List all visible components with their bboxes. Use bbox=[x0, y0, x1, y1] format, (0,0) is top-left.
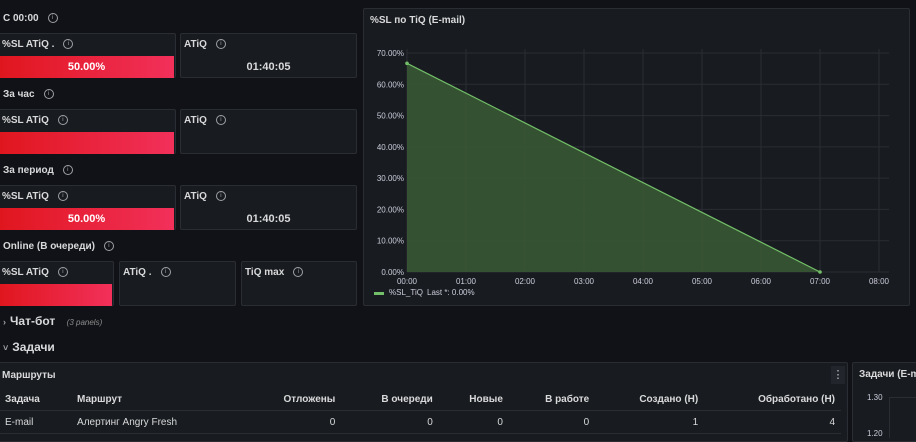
legend-last-value: Last *: 0.00% bbox=[427, 288, 475, 297]
panel-atiq-3: ATiQ 01:40:05 bbox=[180, 185, 357, 230]
panel-title: ATiQ bbox=[184, 115, 207, 126]
column-header[interactable]: Обработано (Н) bbox=[704, 388, 841, 411]
info-icon[interactable] bbox=[43, 89, 54, 100]
panel-routes: Маршруты ⋮ Задача Маршрут Отложены В очеред… bbox=[0, 362, 848, 442]
info-icon[interactable] bbox=[57, 267, 68, 278]
data-point bbox=[405, 61, 409, 66]
y-tick-label: 30.00% bbox=[377, 174, 404, 183]
chevron-down-icon: ˅ bbox=[3, 343, 9, 353]
panel-sl-by-tiq-chart: %SL по TiQ (E-mail) 0.00% 10.00% 20.00% 30.… bbox=[363, 8, 910, 306]
panel-title: Задачи (E-m bbox=[859, 369, 916, 380]
info-icon[interactable] bbox=[62, 165, 73, 176]
gauge-bar: 50.00% bbox=[0, 56, 174, 78]
row-chatbot[interactable]: › Чат-бот (3 panels) bbox=[3, 314, 102, 328]
x-tick-label: 03:00 bbox=[574, 277, 595, 286]
gauge-value: 50.00% bbox=[67, 213, 106, 225]
x-tick-label: 00:00 bbox=[397, 277, 418, 286]
table-cell: E-mail bbox=[0, 410, 72, 434]
y-tick-label: 1.30 bbox=[867, 393, 883, 402]
panel-title: ATiQ . bbox=[123, 267, 152, 278]
info-icon[interactable] bbox=[47, 13, 58, 24]
section-per-hour: За час bbox=[3, 89, 54, 100]
info-icon[interactable] bbox=[215, 115, 226, 126]
table-row[interactable]: E-mail Алертинг Angry Fresh 0 0 0 0 1 4 bbox=[0, 410, 841, 434]
y-tick-label: 60.00% bbox=[377, 80, 404, 89]
panel-sl-atiq-3: %SL ATiQ 50.00% bbox=[0, 185, 176, 230]
table-cell: 0 bbox=[341, 410, 439, 434]
panel-sl-atiq-2: %SL ATiQ bbox=[0, 109, 176, 154]
table-cell: Алертинг Angry Fresh bbox=[71, 410, 244, 434]
section-since-midnight: С 00:00 bbox=[3, 13, 58, 24]
info-icon[interactable] bbox=[293, 267, 304, 278]
panel-title: %SL ATiQ bbox=[2, 115, 49, 126]
panel-title: %SL ATiQ bbox=[2, 191, 49, 202]
panel-sl-atiq-4: %SL ATiQ bbox=[0, 261, 114, 306]
section-online: Online (В очереди) bbox=[3, 241, 114, 252]
gauge-bar bbox=[0, 284, 112, 306]
info-icon[interactable] bbox=[63, 39, 74, 50]
y-tick-label: 0.00% bbox=[381, 268, 404, 277]
x-tick-label: 04:00 bbox=[633, 277, 654, 286]
panel-title: %SL ATiQ . bbox=[2, 39, 55, 50]
column-header[interactable]: Отложены bbox=[243, 388, 342, 411]
column-header[interactable]: Задача bbox=[0, 388, 72, 411]
info-icon[interactable] bbox=[103, 241, 114, 252]
panel-sl-atiq-1: %SL ATiQ . 50.00% bbox=[0, 33, 176, 78]
panel-tasks-email: Задачи (E-m 1.30 1.20 bbox=[852, 362, 916, 442]
routes-table: Задача Маршрут Отложены В очереди Новые В раб… bbox=[0, 388, 841, 434]
x-tick-label: 01:00 bbox=[456, 277, 477, 286]
panel-title: ATiQ bbox=[184, 191, 207, 202]
x-tick-label: 02:00 bbox=[515, 277, 536, 286]
y-tick-label: 40.00% bbox=[377, 143, 404, 152]
column-header[interactable]: Создано (Н) bbox=[595, 388, 705, 411]
gauge-bar bbox=[0, 132, 174, 154]
data-point bbox=[818, 270, 822, 274]
gauge-bar: 50.00% bbox=[0, 208, 174, 230]
legend-label: %SL_TiQ bbox=[389, 288, 423, 297]
y-tick-label: 70.00% bbox=[377, 49, 404, 58]
info-icon[interactable] bbox=[160, 267, 171, 278]
column-header[interactable]: В работе bbox=[508, 388, 596, 411]
panel-menu-icon[interactable]: ⋮ bbox=[831, 366, 845, 384]
x-tick-label: 05:00 bbox=[692, 277, 713, 286]
panel-atiq-2: ATiQ bbox=[180, 109, 357, 154]
x-tick-label: 08:00 bbox=[869, 277, 890, 286]
legend-swatch bbox=[374, 292, 384, 295]
panel-atiq-1: ATiQ 01:40:05 bbox=[180, 33, 357, 78]
gauge-value: 50.00% bbox=[67, 61, 106, 73]
table-cell: 4 bbox=[704, 410, 841, 434]
table-header-row: Задача Маршрут Отложены В очереди Новые В раб… bbox=[0, 388, 841, 411]
plot-area bbox=[889, 397, 916, 438]
stat-value: 01:40:05 bbox=[246, 61, 291, 73]
table-cell: 0 bbox=[243, 410, 342, 434]
panel-tiq-max: TiQ max bbox=[241, 261, 357, 306]
column-header[interactable]: В очереди bbox=[341, 388, 439, 411]
panel-atiq-4: ATiQ . bbox=[119, 261, 236, 306]
x-tick-label: 06:00 bbox=[751, 277, 772, 286]
panel-title: Маршруты bbox=[2, 370, 56, 381]
info-icon[interactable] bbox=[57, 115, 68, 126]
table-cell: 1 bbox=[595, 410, 705, 434]
info-icon[interactable] bbox=[57, 191, 68, 202]
y-tick-label: 50.00% bbox=[377, 112, 404, 121]
info-icon[interactable] bbox=[215, 39, 226, 50]
row-panel-count: (3 panels) bbox=[66, 318, 103, 327]
panel-title: %SL ATiQ bbox=[2, 267, 49, 278]
panel-title: TiQ max bbox=[245, 267, 285, 278]
column-header[interactable]: Новые bbox=[438, 388, 509, 411]
info-icon[interactable] bbox=[215, 191, 226, 202]
table-cell: 0 bbox=[508, 410, 596, 434]
section-per-period: За период bbox=[3, 165, 73, 176]
y-tick-label: 10.00% bbox=[377, 237, 404, 246]
column-header[interactable]: Маршрут bbox=[71, 388, 244, 411]
x-tick-label: 07:00 bbox=[810, 277, 831, 286]
table-cell: 0 bbox=[438, 410, 509, 434]
chevron-right-icon: › bbox=[3, 317, 6, 327]
panel-title: ATiQ bbox=[184, 39, 207, 50]
row-tasks[interactable]: ˅ Задачи bbox=[3, 340, 55, 354]
sl-chart[interactable]: 0.00% 10.00% 20.00% 30.00% 40.00% 50.00% 60.00… bbox=[364, 9, 909, 305]
y-tick-label: 20.00% bbox=[377, 205, 404, 214]
stat-value: 01:40:05 bbox=[246, 213, 291, 225]
